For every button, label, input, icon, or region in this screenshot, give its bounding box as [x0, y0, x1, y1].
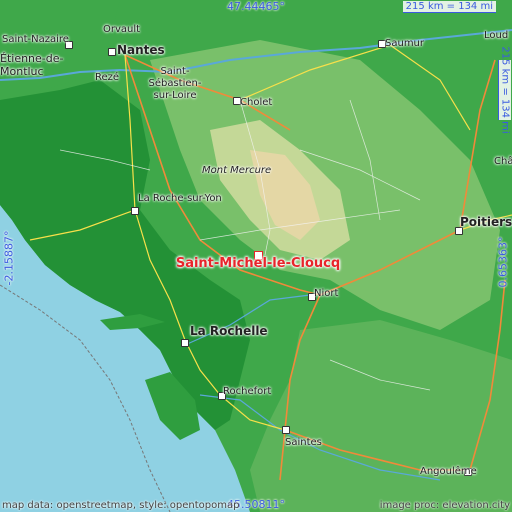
place-label: Orvault: [103, 24, 141, 35]
place-label: Cholet: [240, 97, 273, 108]
place-label: Saint-Sébastien-sur-Loire: [148, 66, 202, 101]
place-label: La Rochelle: [190, 324, 268, 338]
place-label: Saumur: [385, 38, 425, 49]
city-marker: [131, 207, 139, 215]
coord-right-wrap: 0.65363°: [496, 232, 510, 292]
scale-right: 215 km = 134 mi: [499, 46, 511, 134]
place-label: Angoulême: [420, 466, 477, 477]
scale-right-wrap: 215 km = 134 mi: [498, 46, 511, 134]
coord-right: 0.65363°: [496, 236, 510, 288]
place-label: Loud: [484, 30, 509, 41]
coord-top: 47.44465°: [227, 0, 285, 13]
attribution-right: image proc: elevation.city: [379, 500, 510, 511]
place-label: Poitiers: [460, 215, 512, 229]
place-label: Saint-Nazaire: [2, 34, 69, 45]
scale-top: 215 km = 134 mi: [402, 1, 496, 13]
city-marker: [282, 426, 290, 434]
city-marker: [108, 48, 116, 56]
city-marker: [181, 339, 189, 347]
place-label: Châ: [494, 156, 512, 167]
place-label: Rochefort: [223, 386, 272, 397]
place-label: La Roche-sur-Yon: [138, 193, 222, 204]
coord-left: -2.15887°: [2, 230, 16, 286]
place-label: Saintes: [285, 437, 322, 448]
attribution-left: map data: openstreetmap, style: opentopo…: [2, 500, 240, 511]
place-label: Niort: [314, 288, 339, 299]
place-label: Rezé: [95, 72, 120, 83]
place-label: Étienne-de-Montluc: [0, 52, 64, 78]
place-label: Nantes: [117, 43, 165, 57]
target-place-label: Saint-Michel-le-Cloucq: [175, 256, 341, 271]
coord-left-wrap: -2.15887°: [2, 228, 16, 288]
place-label: Mont Mercure: [202, 165, 272, 176]
